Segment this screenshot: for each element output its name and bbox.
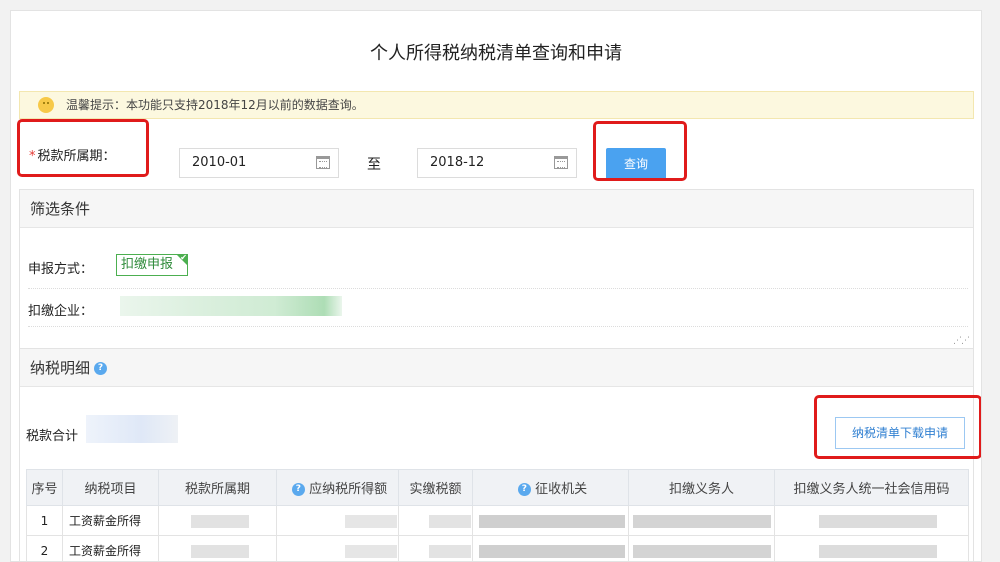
detail-heading-text: 纳税明细: [30, 359, 91, 377]
row-period-redacted: [158, 535, 277, 561]
row-item: 工资薪金所得: [62, 535, 159, 561]
tax-list-page: 个人所得税纳税清单查询和申请 温馨提示：本功能只支持2018年12月以前的数据查…: [10, 10, 982, 562]
row-paid-redacted: [398, 535, 473, 561]
row-authority-redacted: [472, 535, 629, 561]
check-icon: ✔: [180, 253, 187, 262]
tax-total-label: 税款合计: [26, 429, 79, 444]
page-title: 个人所得税纳税清单查询和申请: [370, 43, 622, 64]
col-header-period[interactable]: 税款所属期: [158, 469, 277, 506]
help-icon[interactable]: ?: [291, 483, 305, 496]
help-icon[interactable]: ?: [517, 483, 531, 496]
filter-heading: 筛选条件: [20, 190, 973, 228]
start-date-value: 2010-01: [192, 155, 247, 170]
row-no: 2: [26, 535, 63, 561]
highlight-box-period: [17, 119, 149, 177]
help-icon[interactable]: ?: [94, 362, 108, 375]
declare-tag-text: 扣缴申报: [121, 257, 174, 272]
col-header-taxable-income[interactable]: ? 应纳税所得额: [276, 469, 399, 506]
calendar-icon[interactable]: [316, 156, 330, 169]
row-item: 工资薪金所得: [62, 505, 159, 536]
resize-grip-icon[interactable]: ⋰⋰: [953, 336, 970, 346]
table-row[interactable]: 2 工资薪金所得: [26, 535, 969, 561]
row-no: 1: [26, 505, 63, 536]
row-period-redacted: [158, 505, 277, 536]
row-authority-redacted: [472, 505, 629, 536]
highlight-box-download: [814, 395, 981, 459]
calendar-icon[interactable]: [554, 156, 568, 169]
tax-detail-panel: 纳税明细? 税款合计 纳税清单下载申请 序号 纳税项目 税款所属期 ? 应纳税所…: [19, 348, 981, 561]
company-label: 扣缴企业：: [28, 304, 94, 319]
date-separator: 至: [367, 157, 381, 173]
notice-text: 温馨提示：本功能只支持2018年12月以前的数据查询。: [66, 98, 364, 112]
end-date-value: 2018-12: [430, 155, 485, 170]
divider: [28, 326, 968, 327]
row-withholder-redacted: [628, 535, 775, 561]
row-paid-redacted: [398, 505, 473, 536]
col-header-taxable-income-text: 应纳税所得额: [309, 482, 388, 497]
notice-banner: 温馨提示：本功能只支持2018年12月以前的数据查询。: [19, 91, 974, 119]
tax-total-value-redacted: [86, 415, 178, 443]
divider: [28, 288, 968, 289]
filter-panel: 筛选条件 申报方式： 扣缴申报 ✔ 扣缴企业： ⋰⋰: [19, 189, 974, 349]
declare-method-label: 申报方式：: [28, 262, 94, 277]
tax-detail-table: 序号 纳税项目 税款所属期 ? 应纳税所得额 实缴税额 ? 征收机关 扣缴义务人…: [26, 469, 969, 561]
col-header-tax-authority-text: 征收机关: [535, 482, 588, 497]
smile-icon: [38, 97, 54, 113]
table-header-row: 序号 纳税项目 税款所属期 ? 应纳税所得额 实缴税额 ? 征收机关 扣缴义务人…: [26, 469, 969, 506]
col-header-credit-code[interactable]: 扣缴义务人统一社会信用码: [774, 469, 969, 506]
row-income-redacted: [276, 505, 399, 536]
row-credit-code-redacted: [774, 535, 969, 561]
end-date-input[interactable]: 2018-12: [417, 148, 577, 178]
row-income-redacted: [276, 535, 399, 561]
company-value-redacted: [120, 296, 342, 316]
highlight-box-query: [593, 121, 687, 181]
col-header-withholder[interactable]: 扣缴义务人: [628, 469, 775, 506]
col-header-no[interactable]: 序号: [26, 469, 63, 506]
col-header-item[interactable]: 纳税项目: [62, 469, 159, 506]
col-header-tax-authority[interactable]: ? 征收机关: [472, 469, 629, 506]
start-date-input[interactable]: 2010-01: [179, 148, 339, 178]
col-header-paid-tax[interactable]: 实缴税额: [398, 469, 473, 506]
table-row[interactable]: 1 工资薪金所得: [26, 505, 969, 536]
declare-method-tag[interactable]: 扣缴申报 ✔: [116, 254, 188, 276]
row-withholder-redacted: [628, 505, 775, 536]
row-credit-code-redacted: [774, 505, 969, 536]
detail-heading: 纳税明细?: [20, 349, 973, 387]
